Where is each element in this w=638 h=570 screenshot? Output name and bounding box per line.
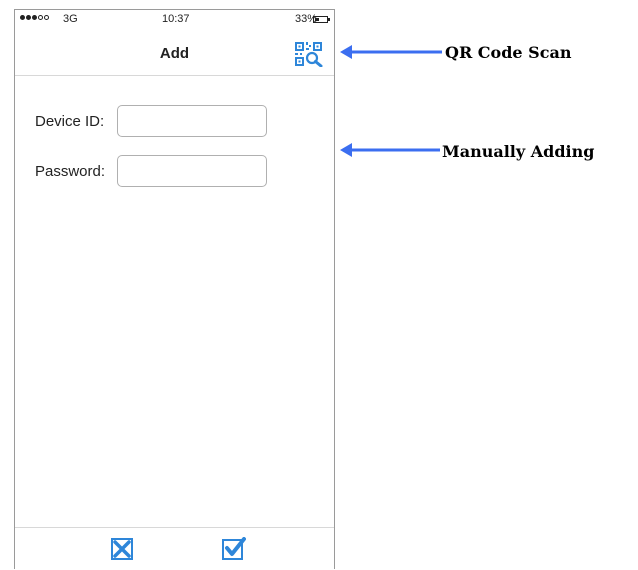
confirm-button[interactable] xyxy=(222,537,246,560)
signal-dot xyxy=(44,15,49,20)
signal-dot xyxy=(20,15,25,20)
password-row: Password: xyxy=(15,155,334,187)
signal-dot xyxy=(32,15,37,20)
manual-arrow-icon xyxy=(340,143,440,157)
password-label: Password: xyxy=(35,163,106,180)
signal-strength-icon xyxy=(20,15,49,20)
phone-screen: 3G 10:37 33% Add Device ID: Password: xyxy=(14,9,335,569)
status-bar: 3G 10:37 33% xyxy=(15,10,334,32)
manual-annotation: Manually Adding xyxy=(442,142,595,161)
carrier-label: 3G xyxy=(63,13,78,25)
qr-arrow-icon xyxy=(340,45,442,59)
device-id-row: Device ID: xyxy=(15,105,334,137)
signal-dot xyxy=(38,15,43,20)
cancel-button[interactable] xyxy=(111,538,133,560)
page-title: Add xyxy=(159,45,190,62)
bottom-toolbar xyxy=(15,527,334,569)
signal-dot xyxy=(26,15,31,20)
device-id-label: Device ID: xyxy=(35,113,105,130)
confirm-check-icon xyxy=(222,537,246,560)
cancel-x-icon xyxy=(111,538,133,560)
qr-scan-icon xyxy=(295,42,323,68)
device-id-input[interactable] xyxy=(117,105,267,137)
battery-tip xyxy=(328,18,330,21)
qr-scan-button[interactable] xyxy=(294,41,324,68)
nav-bar: Add xyxy=(15,32,334,76)
password-input[interactable] xyxy=(117,155,267,187)
battery-icon xyxy=(313,16,328,23)
qr-annotation: QR Code Scan xyxy=(445,43,572,62)
battery-fill xyxy=(315,18,319,21)
status-time: 10:37 xyxy=(162,13,190,25)
